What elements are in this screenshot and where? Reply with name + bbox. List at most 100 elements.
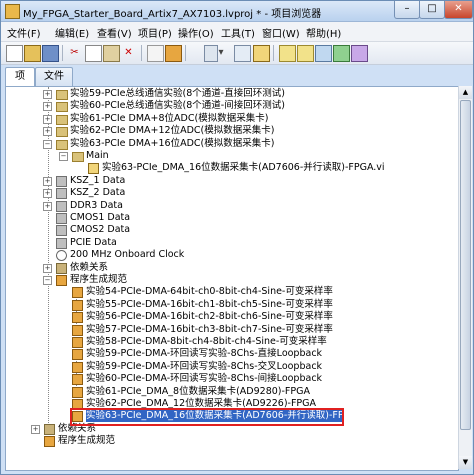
tree-item-label: KSZ_2 Data — [70, 187, 126, 198]
menu-edit[interactable]: 编辑(E) — [55, 25, 89, 40]
tree-item-label: 实验61-PCIe_DMA_8位数据采集卡(AD9280)-FPGA — [86, 386, 310, 397]
project-tree[interactable]: + 实验59-PCIe总线通信实验(8个通道-直接回环测试) + 实验60-PCIe总… — [5, 86, 459, 471]
run-icon[interactable] — [333, 45, 350, 62]
delete-icon[interactable]: ✕ — [121, 45, 136, 60]
tree-item[interactable]: CMOS1 Data — [6, 212, 451, 224]
deps-icon — [44, 424, 55, 435]
menu-tools[interactable]: 工具(T) — [221, 25, 255, 40]
tree-item[interactable]: 实验54-PCIe-DMA-64bit-ch0-8bit-ch4-Sine-可变… — [6, 286, 451, 298]
tree-item[interactable]: + 实验62-PCIe DMA+12位ADC(模拟数据采集卡) — [6, 125, 451, 137]
tree-item[interactable]: 实验59-PCIe-DMA-环回读写实验-8Chs-直接Loopback — [6, 348, 451, 360]
tree-item[interactable]: − 实验63-PCIe DMA+16位ADC(模拟数据采集卡) — [6, 138, 451, 150]
paste-icon[interactable] — [103, 45, 120, 62]
tree-item[interactable]: − Main — [6, 150, 451, 162]
open-icon[interactable] — [24, 45, 41, 62]
tree-item[interactable]: 实验63-PCIe_DMA_16位数据采集卡(AD7606-并行读取)-FPGA… — [6, 162, 451, 174]
tree-item[interactable]: 实验57-PCIe-DMA-16bit-ch3-8bit-ch7-Sine-可变… — [6, 324, 451, 336]
tree-item[interactable]: PCIE Data — [6, 237, 451, 249]
menu-help[interactable]: 帮助(H) — [306, 25, 341, 40]
tree-item[interactable]: 实验59-PCIe-DMA-环回读写实验-8Chs-交叉Loopback — [6, 361, 451, 373]
menu-operate[interactable]: 操作(O) — [178, 25, 214, 40]
expand-toggle-icon[interactable]: + — [43, 90, 52, 99]
properties-icon[interactable] — [234, 45, 251, 62]
tree-item-label: DDR3 Data — [70, 200, 123, 211]
toolbar-separator — [141, 45, 142, 61]
build-icon — [72, 349, 83, 360]
build-icon — [72, 312, 83, 323]
add-item-icon[interactable] — [204, 45, 218, 62]
tree-item-label: 实验59-PCIe总线通信实验(8个通道-直接回环测试) — [70, 88, 285, 99]
title-bar[interactable]: My_FPGA_Starter_Board_Artix7_AX7103.lvpr… — [1, 1, 473, 22]
expand-toggle-icon[interactable]: + — [43, 264, 52, 273]
tab-items[interactable]: 项 — [5, 67, 35, 86]
tree-item[interactable]: + KSZ_2 Data — [6, 187, 451, 199]
toolbar-separator — [273, 45, 274, 61]
menu-window[interactable]: 窗口(W) — [262, 25, 300, 40]
collapse-toggle-icon[interactable]: − — [59, 152, 68, 161]
tree-item-label: KSZ_1 Data — [70, 175, 126, 186]
build-icon — [72, 337, 83, 348]
tree-item[interactable]: CMOS2 Data — [6, 224, 451, 236]
cut-icon[interactable]: ✂ — [67, 45, 82, 60]
sync-icon[interactable] — [315, 45, 332, 62]
build-icon — [56, 275, 67, 286]
chevron-down-icon[interactable]: ▾ — [217, 45, 225, 60]
expand-toggle-icon[interactable]: + — [43, 177, 52, 186]
tree-item[interactable]: 程序生成规范 — [6, 435, 451, 447]
expand-toggle-icon[interactable]: + — [43, 127, 52, 136]
menu-file[interactable]: 文件(F) — [7, 25, 41, 40]
tree-item-label: 实验57-PCIe-DMA-16bit-ch3-8bit-ch7-Sine-可变… — [86, 324, 333, 335]
build-icon — [72, 287, 83, 298]
expand-toggle-icon[interactable]: + — [43, 189, 52, 198]
scroll-up-button[interactable]: ▲ — [459, 86, 472, 99]
tree-item[interactable]: + 实验60-PCIe总线通信实验(8个通道-间接回环测试) — [6, 100, 451, 112]
window-title: My_FPGA_Starter_Board_Artix7_AX7103.lvpr… — [23, 9, 322, 20]
tree-item[interactable]: 200 MHz Onboard Clock — [6, 249, 451, 261]
tree-item[interactable]: + KSZ_1 Data — [6, 175, 451, 187]
expand-toggle-icon[interactable]: + — [43, 102, 52, 111]
copy-icon[interactable] — [85, 45, 102, 62]
tree-item[interactable]: 实验56-PCIe-DMA-16bit-ch2-8bit-ch6-Sine-可变… — [6, 311, 451, 323]
build-icon — [72, 300, 83, 311]
collapse-toggle-icon[interactable]: − — [43, 276, 52, 285]
close-button[interactable]: ✕ — [444, 1, 473, 19]
vertical-scrollbar[interactable]: ▲ ▼ — [458, 86, 472, 469]
tree-item-label: 实验56-PCIe-DMA-16bit-ch2-8bit-ch6-Sine-可变… — [86, 311, 333, 322]
expand-toggle-icon[interactable]: + — [43, 115, 52, 124]
tree-item-label: 实验55-PCIe-DMA-16bit-ch1-8bit-ch5-Sine-可变… — [86, 299, 333, 310]
tree-item-label: 依赖关系 — [70, 262, 109, 273]
scroll-thumb[interactable] — [460, 100, 471, 430]
minimize-button[interactable]: – — [394, 1, 420, 19]
expand-toggle-icon[interactable]: + — [43, 202, 52, 211]
tree-item[interactable]: 实验58-PCIe-DMA-8bit-ch4-8bit-ch4-Sine-可变采… — [6, 336, 451, 348]
tree-item[interactable]: 实验63-PCIe_DMA_16位数据采集卡(AD7606-并行读取)-FPGA — [6, 408, 451, 426]
tree-item-label: 实验63-PCIe_DMA_16位数据采集卡(AD7606-并行读取)-FPGA… — [102, 162, 385, 173]
folder-icon — [56, 102, 68, 112]
tree-item[interactable]: + DDR3 Data — [6, 200, 451, 212]
scroll-down-button[interactable]: ▼ — [459, 456, 472, 469]
clock-icon — [56, 250, 67, 261]
build-icon[interactable] — [147, 45, 164, 62]
vi-icon[interactable] — [253, 45, 270, 62]
tree-item[interactable]: 实验60-PCIe-DMA-环回读写实验-8Chs-间接Loopback — [6, 373, 451, 385]
maximize-button[interactable]: □ — [419, 1, 445, 19]
save-all-icon[interactable] — [42, 45, 59, 62]
menu-bar: 文件(F) 编辑(E) 查看(V) 项目(P) 操作(O) 工具(T) 窗口(W… — [1, 22, 473, 42]
tree-item[interactable]: + 实验61-PCIe DMA+8位ADC(模拟数据采集卡) — [6, 113, 451, 125]
expand-toggle-icon[interactable]: + — [31, 425, 40, 434]
deploy-icon[interactable] — [165, 45, 182, 62]
tab-files[interactable]: 文件 — [35, 67, 73, 86]
tree-item[interactable]: − 程序生成规范 — [6, 274, 451, 286]
help-icon[interactable] — [351, 45, 368, 62]
menu-project[interactable]: 项目(P) — [138, 25, 172, 40]
tree-item[interactable]: + 实验59-PCIe总线通信实验(8个通道-直接回环测试) — [6, 88, 451, 100]
collapse-toggle-icon[interactable]: − — [43, 140, 52, 149]
collapse-all-icon[interactable] — [297, 45, 314, 62]
build-icon — [72, 325, 83, 336]
tree-item[interactable]: + 依赖关系 — [6, 262, 451, 274]
menu-view[interactable]: 查看(V) — [97, 25, 132, 40]
tree-item[interactable]: 实验61-PCIe_DMA_8位数据采集卡(AD9280)-FPGA — [6, 386, 451, 398]
new-icon[interactable] — [6, 45, 23, 62]
expand-all-icon[interactable] — [279, 45, 296, 62]
tree-item[interactable]: 实验55-PCIe-DMA-16bit-ch1-8bit-ch5-Sine-可变… — [6, 299, 451, 311]
